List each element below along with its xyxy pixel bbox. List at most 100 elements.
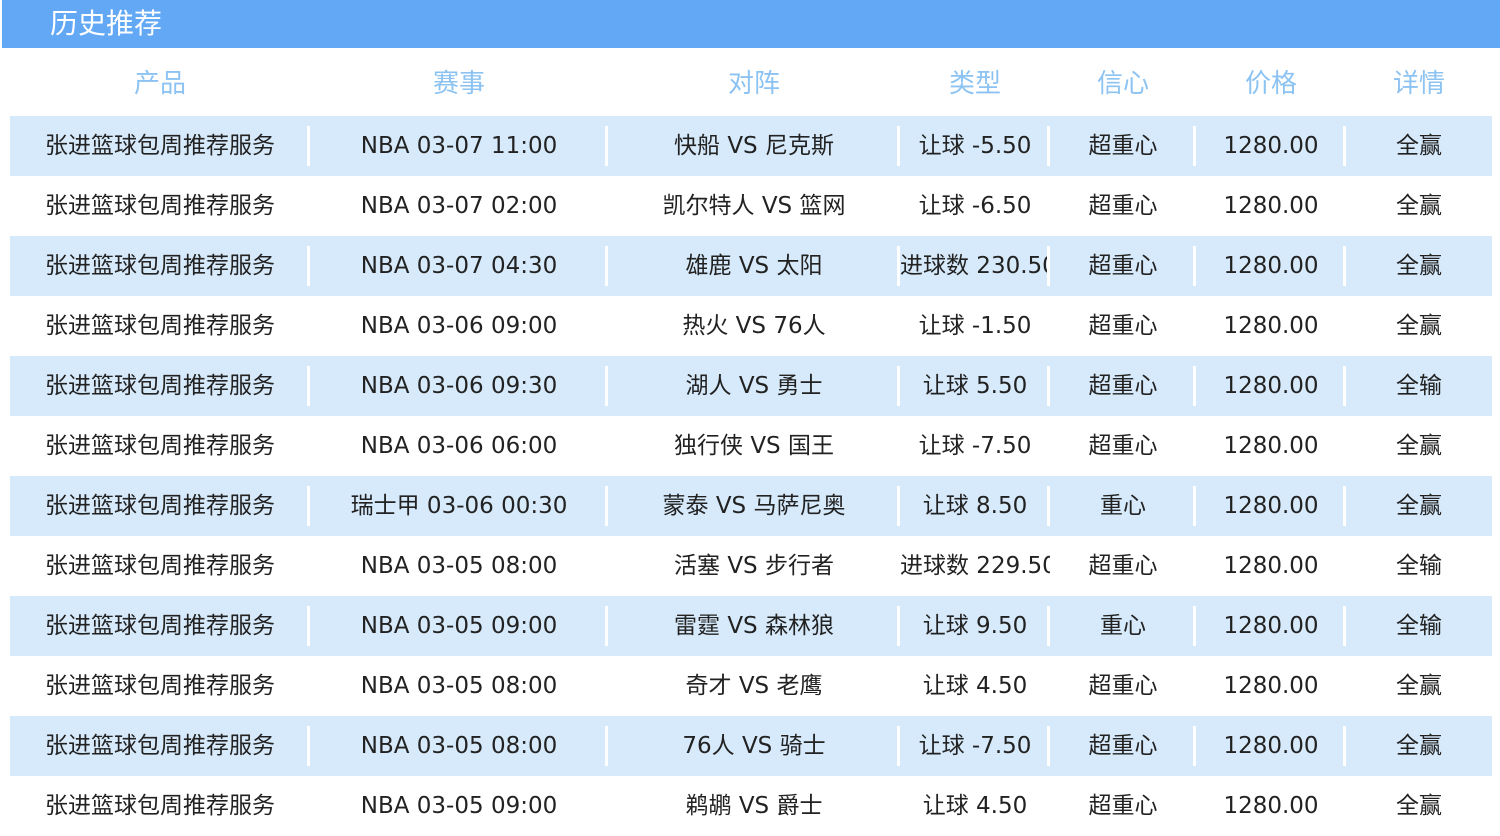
column-header-confidence: 信心: [1096, 69, 1149, 99]
cell-product: 张进篮球包周推荐服务: [45, 673, 275, 699]
cell-confidence: 重心: [1050, 596, 1196, 656]
column-header-matchup: 对阵: [727, 69, 780, 99]
cell-type: 让球 8.50: [900, 476, 1050, 536]
cell-matchup: 鹈鹕 VS 爵士: [685, 793, 823, 819]
column-header-event: 赛事: [432, 69, 485, 99]
cell-price: 1280.00: [1223, 193, 1319, 219]
cell-details[interactable]: 全赢: [1346, 116, 1492, 176]
cell-confidence: 重心: [1050, 476, 1196, 536]
cell-details[interactable]: 全输: [1346, 356, 1492, 416]
cell-product: 张进篮球包周推荐服务: [45, 553, 275, 579]
cell-event: NBA 03-06 09:30: [310, 356, 608, 416]
cell-price: 1280.00: [1196, 116, 1346, 176]
column-header-type: 类型: [948, 69, 1001, 99]
table-row[interactable]: 张进篮球包周推荐服务 NBA 03-05 08:00 活塞 VS 步行者 进球数 22…: [10, 536, 1492, 596]
cell-event: NBA 03-07 04:30: [310, 236, 608, 296]
cell-product: 张进篮球包周推荐服务: [45, 193, 275, 219]
cell-matchup: 奇才 VS 老鹰: [685, 673, 823, 699]
cell-type: 进球数 230.50: [900, 236, 1050, 296]
cell-price: 1280.00: [1223, 553, 1319, 579]
cell-confidence: 超重心: [1050, 236, 1196, 296]
cell-type: 让球 -5.50: [900, 116, 1050, 176]
cell-price: 1280.00: [1196, 716, 1346, 776]
cell-type: 让球 -7.50: [900, 716, 1050, 776]
table-row[interactable]: 张进篮球包周推荐服务 NBA 03-06 09:00 热火 VS 76人 让球 -1.…: [10, 296, 1492, 356]
table-row[interactable]: 张进篮球包周推荐服务 NBA 03-06 06:00 独行侠 VS 国王 让球 -7.…: [10, 416, 1492, 476]
cell-price: 1280.00: [1223, 433, 1319, 459]
section-title: 历史推荐: [50, 7, 163, 40]
cell-details[interactable]: 全赢: [1346, 236, 1492, 296]
cell-price: 1280.00: [1223, 673, 1319, 699]
cell-details[interactable]: 全赢: [1346, 476, 1492, 536]
cell-matchup: 热火 VS 76人: [682, 313, 826, 339]
cell-matchup: 湖人 VS 勇士: [608, 356, 900, 416]
cell-price: 1280.00: [1196, 236, 1346, 296]
table-row[interactable]: 张进篮球包周推荐服务 瑞士甲 03-06 00:30 蒙泰 VS 马萨尼奥 让球 8.…: [10, 476, 1492, 536]
column-header-product: 产品: [133, 69, 186, 99]
cell-product: 张进篮球包周推荐服务: [10, 356, 310, 416]
cell-product: 张进篮球包周推荐服务: [45, 313, 275, 339]
cell-details[interactable]: 全赢: [1346, 656, 1492, 716]
table-row[interactable]: 张进篮球包周推荐服务 NBA 03-06 09:30 湖人 VS 勇士 让球 5.50…: [10, 356, 1492, 416]
cell-type: 进球数 229.50: [900, 553, 1050, 579]
cell-matchup: 活塞 VS 步行者: [674, 553, 834, 579]
cell-event: NBA 03-05 09:00: [310, 596, 608, 656]
cell-details[interactable]: 全赢: [1346, 776, 1492, 836]
cell-confidence: 超重心: [1088, 793, 1158, 819]
cell-event: NBA 03-05 09:00: [360, 793, 558, 819]
table-row[interactable]: 张进篮球包周推荐服务 NBA 03-07 02:00 凯尔特人 VS 篮网 让球 -6…: [10, 176, 1492, 236]
section-header-bar: 历史推荐: [2, 0, 1500, 48]
cell-confidence: 超重心: [1050, 716, 1196, 776]
cell-type: 让球 4.50: [922, 673, 1028, 699]
table-row[interactable]: 张进篮球包周推荐服务 NBA 03-07 04:30 雄鹿 VS 太阳 进球数 230…: [10, 236, 1492, 296]
cell-type: 让球 -6.50: [918, 193, 1032, 219]
table-row[interactable]: 张进篮球包周推荐服务 NBA 03-07 11:00 快船 VS 尼克斯 让球 -5.…: [10, 116, 1492, 176]
table-row[interactable]: 张进篮球包周推荐服务 NBA 03-05 09:00 雷霆 VS 森林狼 让球 9.5…: [10, 596, 1492, 656]
cell-type: 让球 -1.50: [918, 313, 1032, 339]
cell-event: NBA 03-05 08:00: [360, 553, 558, 579]
cell-product: 张进篮球包周推荐服务: [10, 596, 310, 656]
cell-event: NBA 03-05 08:00: [310, 716, 608, 776]
table-row[interactable]: 张进篮球包周推荐服务 NBA 03-05 09:00 鹈鹕 VS 爵士 让球 4.50…: [10, 776, 1492, 836]
cell-confidence: 超重心: [1088, 433, 1158, 459]
column-header-price: 价格: [1244, 69, 1297, 99]
cell-product: 张进篮球包周推荐服务: [45, 793, 275, 819]
cell-product: 张进篮球包周推荐服务: [10, 116, 310, 176]
cell-type: 让球 5.50: [900, 356, 1050, 416]
cell-event: NBA 03-05 08:00: [360, 673, 558, 699]
cell-event: NBA 03-07 11:00: [310, 116, 608, 176]
cell-confidence: 超重心: [1088, 673, 1158, 699]
cell-type: 让球 -7.50: [918, 433, 1032, 459]
cell-matchup: 76人 VS 骑士: [608, 716, 900, 776]
table-row[interactable]: 张进篮球包周推荐服务 NBA 03-05 08:00 奇才 VS 老鹰 让球 4.50…: [10, 656, 1492, 716]
cell-confidence: 超重心: [1050, 356, 1196, 416]
cell-details[interactable]: 全赢: [1346, 416, 1492, 476]
cell-event: NBA 03-06 06:00: [360, 433, 558, 459]
cell-matchup: 快船 VS 尼克斯: [608, 116, 900, 176]
cell-details[interactable]: 全赢: [1346, 176, 1492, 236]
column-header-details: 详情: [1392, 69, 1445, 99]
cell-confidence: 超重心: [1050, 116, 1196, 176]
cell-matchup: 蒙泰 VS 马萨尼奥: [608, 476, 900, 536]
cell-matchup: 独行侠 VS 国王: [674, 433, 834, 459]
cell-details[interactable]: 全输: [1346, 536, 1492, 596]
cell-confidence: 超重心: [1088, 313, 1158, 339]
cell-type: 让球 9.50: [900, 596, 1050, 656]
cell-price: 1280.00: [1196, 356, 1346, 416]
cell-event: 瑞士甲 03-06 00:30: [310, 476, 608, 536]
cell-price: 1280.00: [1196, 476, 1346, 536]
cell-product: 张进篮球包周推荐服务: [10, 716, 310, 776]
cell-details[interactable]: 全赢: [1346, 296, 1492, 356]
table-column-headers: 产品 赛事 对阵 类型 信心 价格 详情: [10, 56, 1492, 112]
history-recommendation-table: 张进篮球包周推荐服务 NBA 03-07 11:00 快船 VS 尼克斯 让球 -5.…: [10, 116, 1492, 836]
cell-details[interactable]: 全赢: [1346, 716, 1492, 776]
cell-confidence: 超重心: [1088, 193, 1158, 219]
cell-type: 让球 4.50: [922, 793, 1028, 819]
cell-details[interactable]: 全输: [1346, 596, 1492, 656]
cell-product: 张进篮球包周推荐服务: [45, 433, 275, 459]
cell-product: 张进篮球包周推荐服务: [10, 236, 310, 296]
table-row[interactable]: 张进篮球包周推荐服务 NBA 03-05 08:00 76人 VS 骑士 让球 -7.…: [10, 716, 1492, 776]
cell-matchup: 雄鹿 VS 太阳: [608, 236, 900, 296]
cell-matchup: 凯尔特人 VS 篮网: [662, 193, 846, 219]
cell-event: NBA 03-06 09:00: [360, 313, 558, 339]
